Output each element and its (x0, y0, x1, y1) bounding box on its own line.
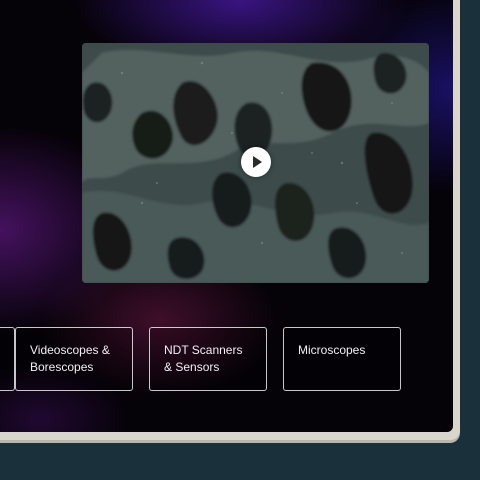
play-icon (253, 156, 262, 168)
category-card-ndt-scanners-sensors[interactable]: NDT Scanners & Sensors (149, 327, 267, 391)
category-card-videoscopes-borescopes[interactable]: Videoscopes & Borescopes (15, 327, 133, 391)
category-card-microscopes[interactable]: Microscopes (283, 327, 401, 391)
category-label: NDT Scanners & Sensors (164, 343, 243, 374)
category-label: Videoscopes & Borescopes (30, 343, 110, 374)
play-button[interactable] (241, 147, 271, 177)
device-screen: Videoscopes & Borescopes NDT Scanners & … (0, 0, 453, 432)
category-card[interactable] (0, 327, 15, 391)
category-label: Microscopes (298, 343, 366, 357)
